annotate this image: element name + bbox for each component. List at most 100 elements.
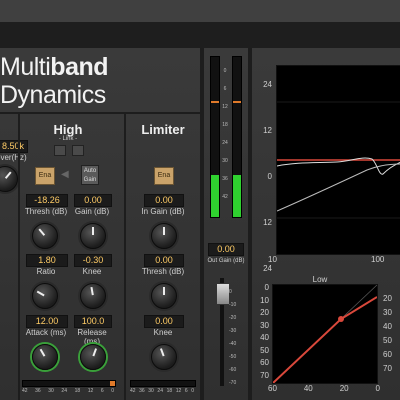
plugin-title: Multiband Dynamics bbox=[0, 53, 109, 109]
high-thresh-value[interactable]: -18.26 bbox=[26, 194, 68, 207]
out-gain-value[interactable]: 0.00 bbox=[208, 243, 244, 256]
transfer-right-tick: 60 bbox=[383, 350, 392, 359]
high-attack-value[interactable]: 12.00 bbox=[26, 315, 68, 328]
limiter-gr-tick: 6 bbox=[184, 388, 188, 394]
title-bold: band bbox=[50, 53, 109, 81]
limiter-gain-reduction-meter bbox=[130, 380, 196, 387]
high-thresh-knob[interactable] bbox=[32, 223, 58, 249]
high-knee-value[interactable]: -0.30 bbox=[74, 254, 112, 267]
limiter-gr-tick: 0 bbox=[191, 388, 194, 394]
fader-tick: -10 bbox=[229, 302, 237, 308]
transfer-y-tick: 30 bbox=[260, 320, 269, 330]
transfer-right-tick: 30 bbox=[383, 308, 392, 317]
fader-tick: -20 bbox=[229, 315, 237, 321]
limiter-thresh-label: Thresh (dB) bbox=[141, 267, 185, 276]
meter-tick: 6 bbox=[223, 86, 227, 92]
limiter-gr-tick: 36 bbox=[139, 388, 145, 394]
meter-tick: 0 bbox=[223, 68, 227, 74]
high-gr-fill bbox=[110, 381, 115, 386]
high-ratio-knob[interactable] bbox=[32, 283, 58, 309]
transfer-y-tick: 70 bbox=[260, 370, 269, 380]
output-meter-scale: 0 6 12 18 24 30 36 42 bbox=[219, 62, 231, 206]
high-title: High bbox=[53, 122, 83, 137]
crossover-freq-value[interactable]: 8.50k bbox=[0, 140, 28, 153]
crossover-label: over(Hz) bbox=[0, 153, 27, 162]
link-right-button[interactable] bbox=[72, 145, 84, 156]
limiter-thresh-knob[interactable] bbox=[151, 283, 177, 309]
transfer-right-tick: 70 bbox=[383, 364, 392, 373]
level-fill-right bbox=[233, 175, 241, 217]
frequency-response-graph[interactable] bbox=[276, 65, 400, 255]
output-meter-right bbox=[232, 56, 242, 218]
transfer-right-tick: 20 bbox=[383, 294, 392, 303]
divider-high-limiter bbox=[124, 113, 126, 400]
limiter-enable-button[interactable]: Ena bbox=[154, 167, 174, 185]
high-gr-tick: 6 bbox=[100, 388, 104, 394]
limiter-gr-scale: 42 36 30 24 18 12 6 0 bbox=[130, 388, 194, 394]
fader-tick: -30 bbox=[229, 328, 237, 334]
limiter-gr-tick: 24 bbox=[157, 388, 163, 394]
limiter-in-gain-label: In Gain (dB) bbox=[141, 207, 185, 216]
limiter-in-gain-value[interactable]: 0.00 bbox=[144, 194, 184, 207]
limiter-in-gain-knob[interactable] bbox=[151, 223, 177, 249]
high-gain-reduction-meter bbox=[22, 380, 116, 387]
transfer-right-axis: 20 30 40 50 60 70 bbox=[383, 292, 399, 376]
transfer-y-tick: 10 bbox=[260, 295, 269, 305]
limiter-title: Limiter bbox=[141, 122, 185, 137]
transfer-curve-graph[interactable] bbox=[272, 284, 378, 384]
meter-tick: 18 bbox=[222, 122, 228, 128]
limiter-thresh-value[interactable]: 0.00 bbox=[144, 254, 184, 267]
fader-tick: 0 bbox=[229, 289, 232, 295]
high-gr-tick: 42 bbox=[22, 388, 28, 394]
transfer-y-tick: 0 bbox=[264, 283, 269, 292]
transfer-y-tick: 50 bbox=[260, 345, 269, 355]
transfer-x-tick: 60 bbox=[268, 384, 277, 393]
out-gain-fader-handle[interactable] bbox=[216, 283, 230, 305]
transfer-y-tick: 20 bbox=[260, 308, 269, 317]
transfer-y-axis: 0 10 20 30 40 50 60 70 bbox=[255, 282, 269, 382]
level-fill-left bbox=[211, 175, 219, 217]
high-knee-label: Knee bbox=[82, 267, 102, 276]
divider-output-graph bbox=[248, 48, 252, 400]
fader-scale: 0 -10 -20 -30 -40 -50 -60 -70 bbox=[229, 286, 245, 390]
high-gain-knob[interactable] bbox=[80, 223, 106, 249]
freq-y-tick: 12 bbox=[263, 218, 272, 227]
fader-tick: -70 bbox=[229, 380, 237, 386]
high-attack-knob[interactable] bbox=[32, 344, 58, 370]
title-light: Multi bbox=[0, 53, 51, 81]
meter-tick: 30 bbox=[222, 158, 228, 164]
high-auto-gain-button[interactable]: Auto Gain bbox=[81, 165, 99, 185]
limiter-knee-value[interactable]: 0.00 bbox=[144, 315, 184, 328]
high-ratio-value[interactable]: 1.80 bbox=[26, 254, 68, 267]
freq-y-tick: 12 bbox=[263, 126, 272, 135]
high-gr-tick: 18 bbox=[74, 388, 81, 394]
fader-tick: -60 bbox=[229, 367, 237, 373]
transfer-x-axis: 60 40 20 0 bbox=[268, 384, 380, 393]
limiter-knee-knob[interactable] bbox=[151, 344, 177, 370]
limiter-knee-label: Knee bbox=[153, 328, 173, 337]
high-enable-button[interactable]: Ena bbox=[35, 167, 55, 185]
host-title-bar bbox=[0, 0, 400, 22]
threshold-handle[interactable] bbox=[338, 316, 344, 322]
high-gr-tick: 12 bbox=[87, 388, 94, 394]
speaker-icon: ◀ bbox=[61, 169, 69, 180]
meter-tick: 42 bbox=[222, 194, 228, 200]
high-knee-knob[interactable] bbox=[80, 283, 106, 309]
high-release-value[interactable]: 100.0 bbox=[74, 315, 112, 328]
fader-tick: -40 bbox=[229, 341, 237, 347]
transfer-right-tick: 40 bbox=[383, 322, 392, 331]
title-line2: Dynamics bbox=[0, 81, 106, 109]
high-release-knob[interactable] bbox=[80, 344, 106, 370]
transfer-y-tick: 40 bbox=[260, 333, 269, 342]
divider-left bbox=[18, 113, 20, 400]
high-gain-value[interactable]: 0.00 bbox=[74, 194, 112, 207]
link-left-button[interactable] bbox=[54, 145, 66, 156]
freq-y-tick: 0 bbox=[267, 172, 272, 181]
meter-tick: 24 bbox=[222, 140, 228, 146]
high-gr-tick: 36 bbox=[35, 388, 41, 394]
high-gain-label: Gain (dB) bbox=[74, 207, 110, 216]
transfer-right-tick: 50 bbox=[383, 336, 392, 345]
divider-header bbox=[0, 112, 200, 114]
freq-y-tick: 24 bbox=[263, 80, 272, 89]
high-attack-label: Attack (ms) bbox=[25, 328, 67, 337]
